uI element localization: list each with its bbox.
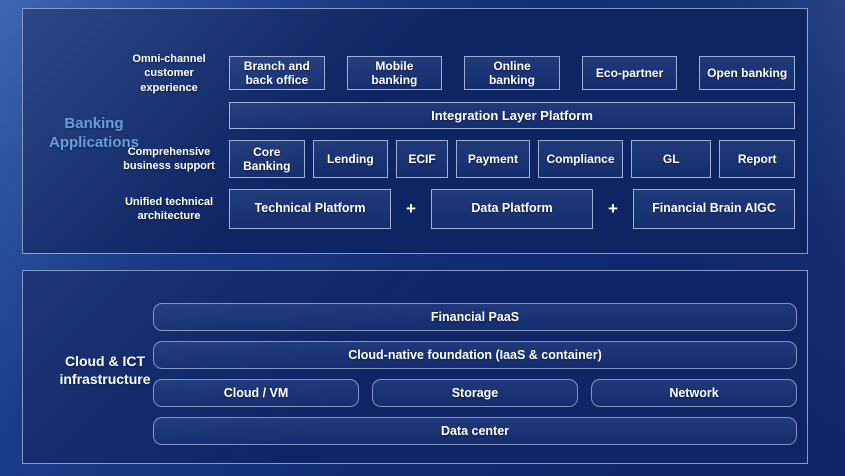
cloud-ict-infrastructure-panel: Cloud & ICT infrastructure Financial Paa… [22,270,808,464]
box-gl: GL [631,140,711,178]
resource-pill-row: Cloud / VM Storage Network [153,379,797,407]
pill-network: Network [591,379,797,407]
box-ecif: ECIF [396,140,448,178]
box-branch-and-back-office: Branch and back office [229,56,325,90]
pill-financial-paas: Financial PaaS [153,303,797,331]
box-online-banking: Online banking [464,56,560,90]
box-report: Report [719,140,795,178]
infrastructure-stack: Financial PaaS Cloud-native foundation (… [153,303,797,445]
technical-architecture-row: Unified technical architecture Technical… [119,189,795,229]
plus-sign: + [391,189,431,229]
integration-row: Integration Layer Platform [119,102,795,129]
box-open-banking: Open banking [699,56,795,90]
business-support-label: Comprehensive business support [119,145,219,174]
integration-boxes: Integration Layer Platform [229,102,795,129]
box-data-platform: Data Platform [431,189,593,229]
box-payment: Payment [456,140,530,178]
box-eco-partner: Eco-partner [582,56,678,90]
technical-architecture-label: Unified technical architecture [119,195,219,224]
box-compliance: Compliance [538,140,623,178]
architecture-boxes: Technical Platform + Data Platform + Fin… [229,189,795,229]
box-integration-layer-platform: Integration Layer Platform [229,102,795,129]
pill-storage: Storage [372,379,578,407]
channel-boxes: Branch and back office Mobile banking On… [229,56,795,90]
plus-sign: + [593,189,633,229]
business-support-row: Comprehensive business support Core Bank… [119,140,795,178]
pill-data-center: Data center [153,417,797,445]
banking-applications-panel: Banking Applications Omni-channel custom… [22,8,808,254]
box-core-banking: Core Banking [229,140,305,178]
box-financial-brain-aigc: Financial Brain AIGC [633,189,795,229]
business-boxes: Core Banking Lending ECIF Payment Compli… [229,140,795,178]
omni-channel-row: Omni-channel customer experience Branch … [119,52,795,95]
box-mobile-banking: Mobile banking [347,56,443,90]
pill-cloud-native-foundation: Cloud-native foundation (IaaS & containe… [153,341,797,369]
omni-channel-label: Omni-channel customer experience [119,52,219,95]
box-technical-platform: Technical Platform [229,189,391,229]
box-lending: Lending [313,140,389,178]
banking-rows: Omni-channel customer experience Branch … [119,52,795,229]
pill-cloud-vm: Cloud / VM [153,379,359,407]
